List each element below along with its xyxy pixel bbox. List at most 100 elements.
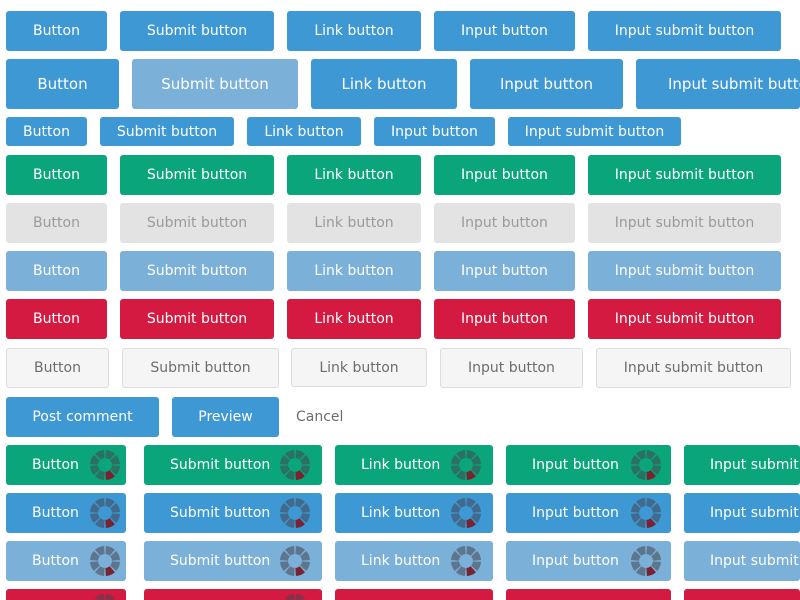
submit-button[interactable]: Submit button [120, 299, 274, 339]
loading-spinner-icon [449, 544, 483, 578]
button-loading[interactable]: Button [6, 493, 126, 533]
submit-button[interactable]: Submit button [122, 348, 279, 388]
submit-button-loading[interactable]: Submit button [144, 493, 322, 533]
input-button-loading[interactable]: Input button [506, 541, 671, 581]
button-row-plain: Button Submit button Link button Input b… [0, 348, 800, 388]
input-button[interactable]: Input button [434, 251, 575, 291]
button-label: Link button [361, 553, 441, 569]
form-actions: Post comment Preview Cancel [0, 397, 800, 437]
link-button-disabled: Link button [287, 203, 421, 243]
loading-spinner-icon [88, 448, 122, 482]
button[interactable]: Button [6, 11, 107, 51]
input-submit-button[interactable]: Input submit button [588, 155, 781, 195]
button-row-red: Button Submit button Link button Input b… [0, 299, 800, 339]
loading-spinner-icon [278, 544, 312, 578]
button-label: Submit button [170, 505, 271, 521]
button-label: Input button [532, 505, 619, 521]
button-row-blue-loading: Button Submit button Link button Input b… [0, 493, 800, 533]
input-button[interactable]: Input button [434, 299, 575, 339]
loading-spinner-icon [449, 496, 483, 530]
button[interactable]: Button [6, 251, 107, 291]
button-row-red-loading-partial [0, 589, 800, 600]
submit-button-disabled: Submit button [120, 203, 274, 243]
button-loading[interactable]: Button [6, 541, 126, 581]
input-button[interactable]: Input button [374, 117, 495, 146]
button-row-light-blue-loading: Button Submit button Link button Input b… [0, 541, 800, 581]
input-submit-button[interactable]: Input submit button [636, 59, 800, 109]
button[interactable]: Button [6, 299, 107, 339]
button[interactable]: Button [6, 155, 107, 195]
link-button[interactable]: Link button [311, 59, 457, 109]
link-button-loading[interactable] [335, 589, 493, 600]
input-button[interactable]: Input button [440, 348, 583, 388]
button-label: Input submit [710, 457, 799, 473]
loading-spinner-icon [629, 448, 663, 482]
link-button-loading[interactable]: Link button [335, 541, 493, 581]
link-button[interactable]: Link button [287, 155, 421, 195]
input-submit-button-loading[interactable]: Input submit [684, 445, 800, 485]
link-button-loading[interactable]: Link button [335, 445, 493, 485]
input-submit-button[interactable]: Input submit button [588, 299, 781, 339]
input-button-loading[interactable]: Input button [506, 445, 671, 485]
input-button-disabled: Input button [434, 203, 575, 243]
button-label: Input submit [710, 553, 799, 569]
button-loading[interactable]: Button [6, 445, 126, 485]
link-button[interactable]: Link button [247, 117, 361, 146]
post-comment-button[interactable]: Post comment [6, 397, 159, 437]
input-submit-button-loading[interactable]: Input submit [684, 493, 800, 533]
button-label: Submit button [170, 553, 271, 569]
cancel-link[interactable]: Cancel [296, 397, 366, 437]
input-button[interactable]: Input button [470, 59, 623, 109]
loading-spinner-icon [629, 544, 663, 578]
loading-spinner-icon [88, 544, 122, 578]
input-submit-button[interactable]: Input submit button [588, 251, 781, 291]
input-button-loading[interactable]: Input button [506, 493, 671, 533]
preview-button[interactable]: Preview [172, 397, 279, 437]
submit-button-loading[interactable] [144, 589, 322, 600]
button-row-green: Button Submit button Link button Input b… [0, 155, 800, 195]
submit-button-loading[interactable]: Submit button [144, 541, 322, 581]
submit-button[interactable]: Submit button [132, 59, 298, 109]
loading-spinner-icon [278, 448, 312, 482]
input-submit-button[interactable]: Input submit button [596, 348, 791, 388]
input-submit-button[interactable]: Input submit button [588, 11, 781, 51]
button[interactable]: Button [6, 348, 109, 388]
button-label: Button [32, 553, 79, 569]
loading-spinner-icon [449, 448, 483, 482]
loading-spinner-icon [88, 592, 122, 600]
submit-button[interactable]: Submit button [120, 155, 274, 195]
link-button[interactable]: Link button [291, 348, 427, 387]
button-row-blue-default: Button Submit button Link button Input b… [0, 11, 800, 51]
loading-spinner-icon [629, 496, 663, 530]
button-row-blue-small: Button Submit button Link button Input b… [0, 117, 800, 146]
button-row-green-loading: Button Submit button Link button Input b… [0, 445, 800, 485]
button[interactable]: Button [6, 59, 119, 109]
input-submit-button-loading[interactable]: Input submit [684, 541, 800, 581]
link-button-loading[interactable]: Link button [335, 493, 493, 533]
submit-button[interactable]: Submit button [120, 11, 274, 51]
input-button-loading[interactable] [506, 589, 671, 600]
button-row-blue-large: Button Submit button Link button Input b… [0, 59, 800, 109]
input-submit-button-loading[interactable] [684, 589, 800, 600]
loading-spinner-icon [88, 496, 122, 530]
button-label: Button [32, 505, 79, 521]
button-disabled: Button [6, 203, 107, 243]
button-label: Link button [361, 457, 441, 473]
input-submit-button-disabled: Input submit button [588, 203, 781, 243]
button-row-disabled: Button Submit button Link button Input b… [0, 203, 800, 243]
button-loading[interactable] [6, 589, 126, 600]
submit-button-loading[interactable]: Submit button [144, 445, 322, 485]
input-button[interactable]: Input button [434, 11, 575, 51]
button-label: Input button [532, 553, 619, 569]
link-button[interactable]: Link button [287, 299, 421, 339]
input-submit-button[interactable]: Input submit button [508, 117, 681, 146]
button-label: Input button [532, 457, 619, 473]
submit-button[interactable]: Submit button [100, 117, 234, 146]
link-button[interactable]: Link button [287, 251, 421, 291]
link-button[interactable]: Link button [287, 11, 421, 51]
button[interactable]: Button [6, 117, 87, 146]
input-button[interactable]: Input button [434, 155, 575, 195]
button-row-light-blue: Button Submit button Link button Input b… [0, 251, 800, 291]
loading-spinner-icon [278, 592, 312, 600]
submit-button[interactable]: Submit button [120, 251, 274, 291]
